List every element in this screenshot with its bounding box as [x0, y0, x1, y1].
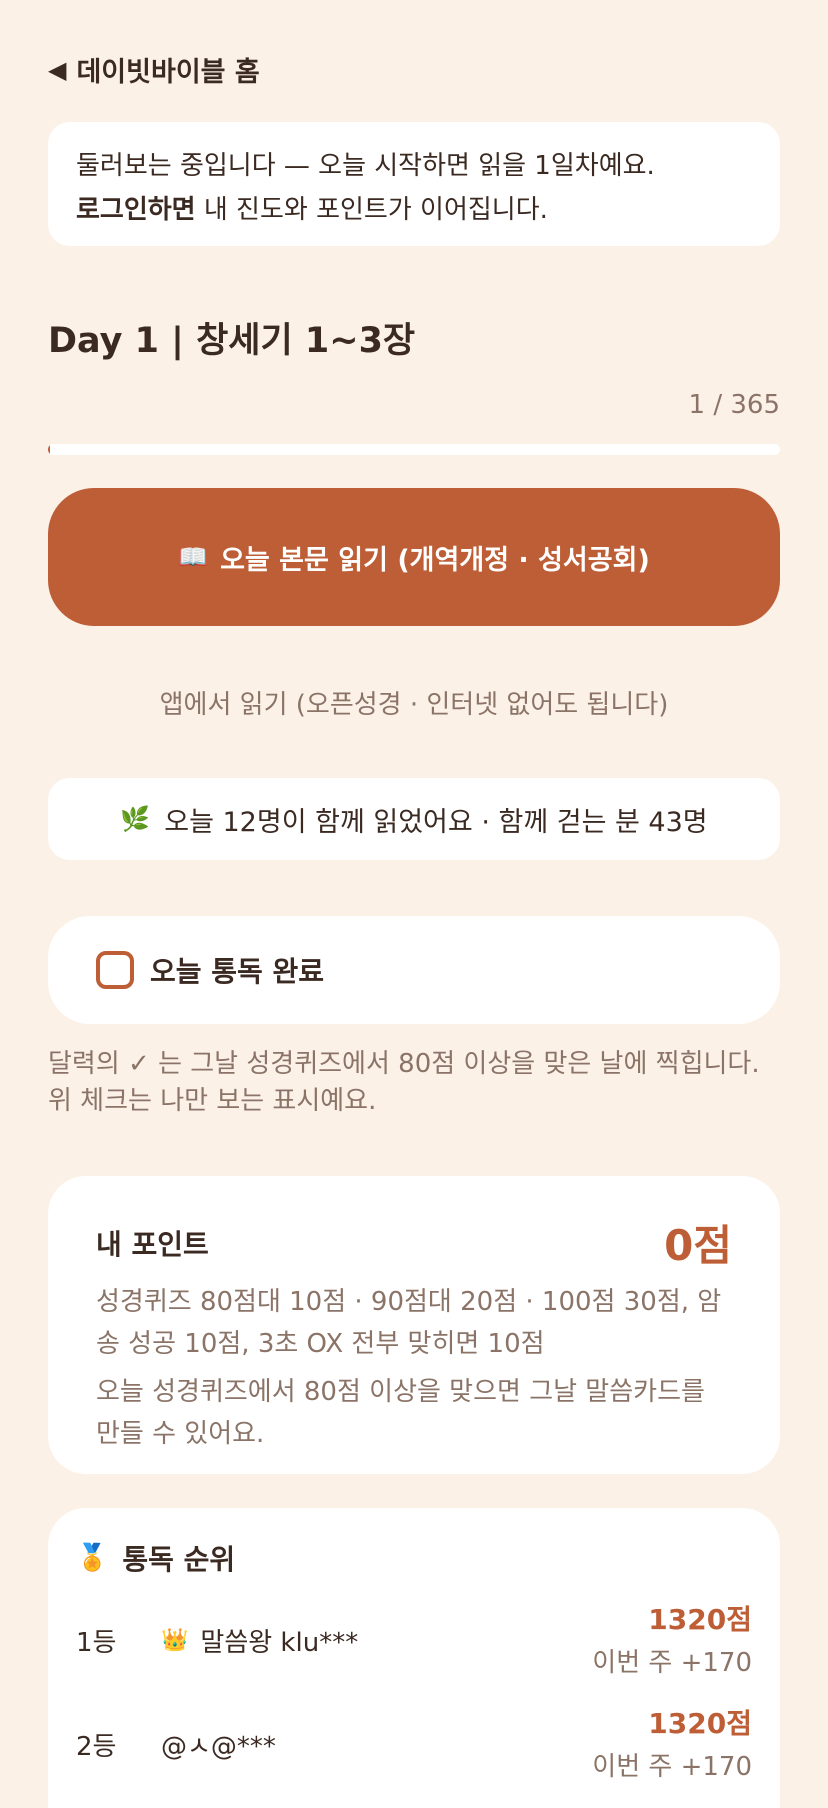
calendar-note: 달력의 ✓ 는 그날 성경퀴즈에서 80점 이상을 맞은 날에 찍힙니다. 위 …	[48, 1049, 760, 1116]
back-label: 데이빗바이블 홈	[76, 57, 260, 88]
ranking-row: 2등 @ㅅ@*** 1320점 이번 주 +170	[76, 1690, 752, 1786]
guest-banner: 둘러보는 중입니다 — 오늘 시작하면 읽을 1일차예요. 로그인하면 내 진도…	[48, 122, 780, 246]
ranking-row: 1등 👑 말씀왕 klu*** 1320점 이번 주 +170	[76, 1586, 752, 1682]
ranking-title: 통독 순위	[122, 1543, 236, 1576]
points-description: 성경퀴즈 80점대 10점 · 90점대 20점 · 100점 30점, 암송 …	[96, 1287, 722, 1359]
progress-fill	[48, 444, 50, 455]
leaf-icon: 🌿	[120, 805, 151, 833]
rank-user-name: 말씀왕 klu***	[200, 1628, 359, 1658]
login-emphasis[interactable]: 로그인하면	[76, 195, 196, 225]
progress-bar	[48, 444, 780, 455]
points-value: 0점	[664, 1221, 732, 1270]
banner-line1: 둘러보는 중입니다 — 오늘 시작하면 읽을 1일차예요.	[76, 151, 655, 181]
points-card: 내 포인트 0점 성경퀴즈 80점대 10점 · 90점대 20점 · 100점…	[48, 1176, 780, 1474]
rank-score: 1320점	[648, 1603, 752, 1636]
rank-week: 이번 주 +170	[592, 1648, 752, 1678]
rank-number: 2등	[76, 1732, 117, 1762]
rank-week: 이번 주 +170	[592, 1752, 752, 1782]
community-card: 🌿 오늘 12명이 함께 읽었어요 · 함께 걷는 분 43명	[48, 778, 780, 860]
rank-user: @ㅅ@***	[161, 1726, 276, 1763]
rank-user: 👑 말씀왕 klu***	[161, 1622, 358, 1659]
banner-line2: 로그인하면 내 진도와 포인트가 이어집니다.	[76, 188, 752, 232]
banner-line2-rest: 내 진도와 포인트가 이어집니다.	[195, 195, 548, 225]
read-today-button[interactable]: 📖 오늘 본문 읽기 (개역개정 · 성서공회)	[48, 488, 780, 626]
progress-text: 1 / 365	[688, 390, 780, 420]
day-title: Day 1 | 창세기 1~3장	[48, 321, 416, 361]
community-text: 오늘 12명이 함께 읽었어요 · 함께 걷는 분 43명	[164, 806, 708, 838]
complete-label: 오늘 통독 완료	[150, 955, 325, 988]
read-today-label: 오늘 본문 읽기 (개역개정 · 성서공회)	[220, 544, 650, 576]
complete-today-toggle[interactable]: 오늘 통독 완료	[48, 916, 780, 1024]
complete-checkbox[interactable]	[96, 951, 134, 989]
ranking-card: 🏅 통독 순위 1등 👑 말씀왕 klu*** 1320점 이번 주 +170 …	[48, 1508, 780, 1808]
back-link[interactable]: ◀ 데이빗바이블 홈	[48, 50, 260, 89]
rank-user-name: @ㅅ@***	[161, 1732, 276, 1762]
back-arrow-icon: ◀	[48, 55, 67, 84]
points-tip: 오늘 성경퀴즈에서 80점 이상을 맞으면 그날 말씀카드를 만들 수 있어요.	[96, 1377, 705, 1449]
rank-number: 1등	[76, 1628, 117, 1658]
app-read-link[interactable]: 앱에서 읽기 (오픈성경 · 인터넷 없어도 됩니다)	[48, 684, 780, 721]
medal-icon: 🏅	[76, 1543, 109, 1573]
points-title: 내 포인트	[96, 1227, 209, 1261]
rank-score: 1320점	[648, 1707, 752, 1740]
book-icon: 📖	[178, 543, 209, 571]
crown-icon: 👑	[161, 1628, 189, 1653]
